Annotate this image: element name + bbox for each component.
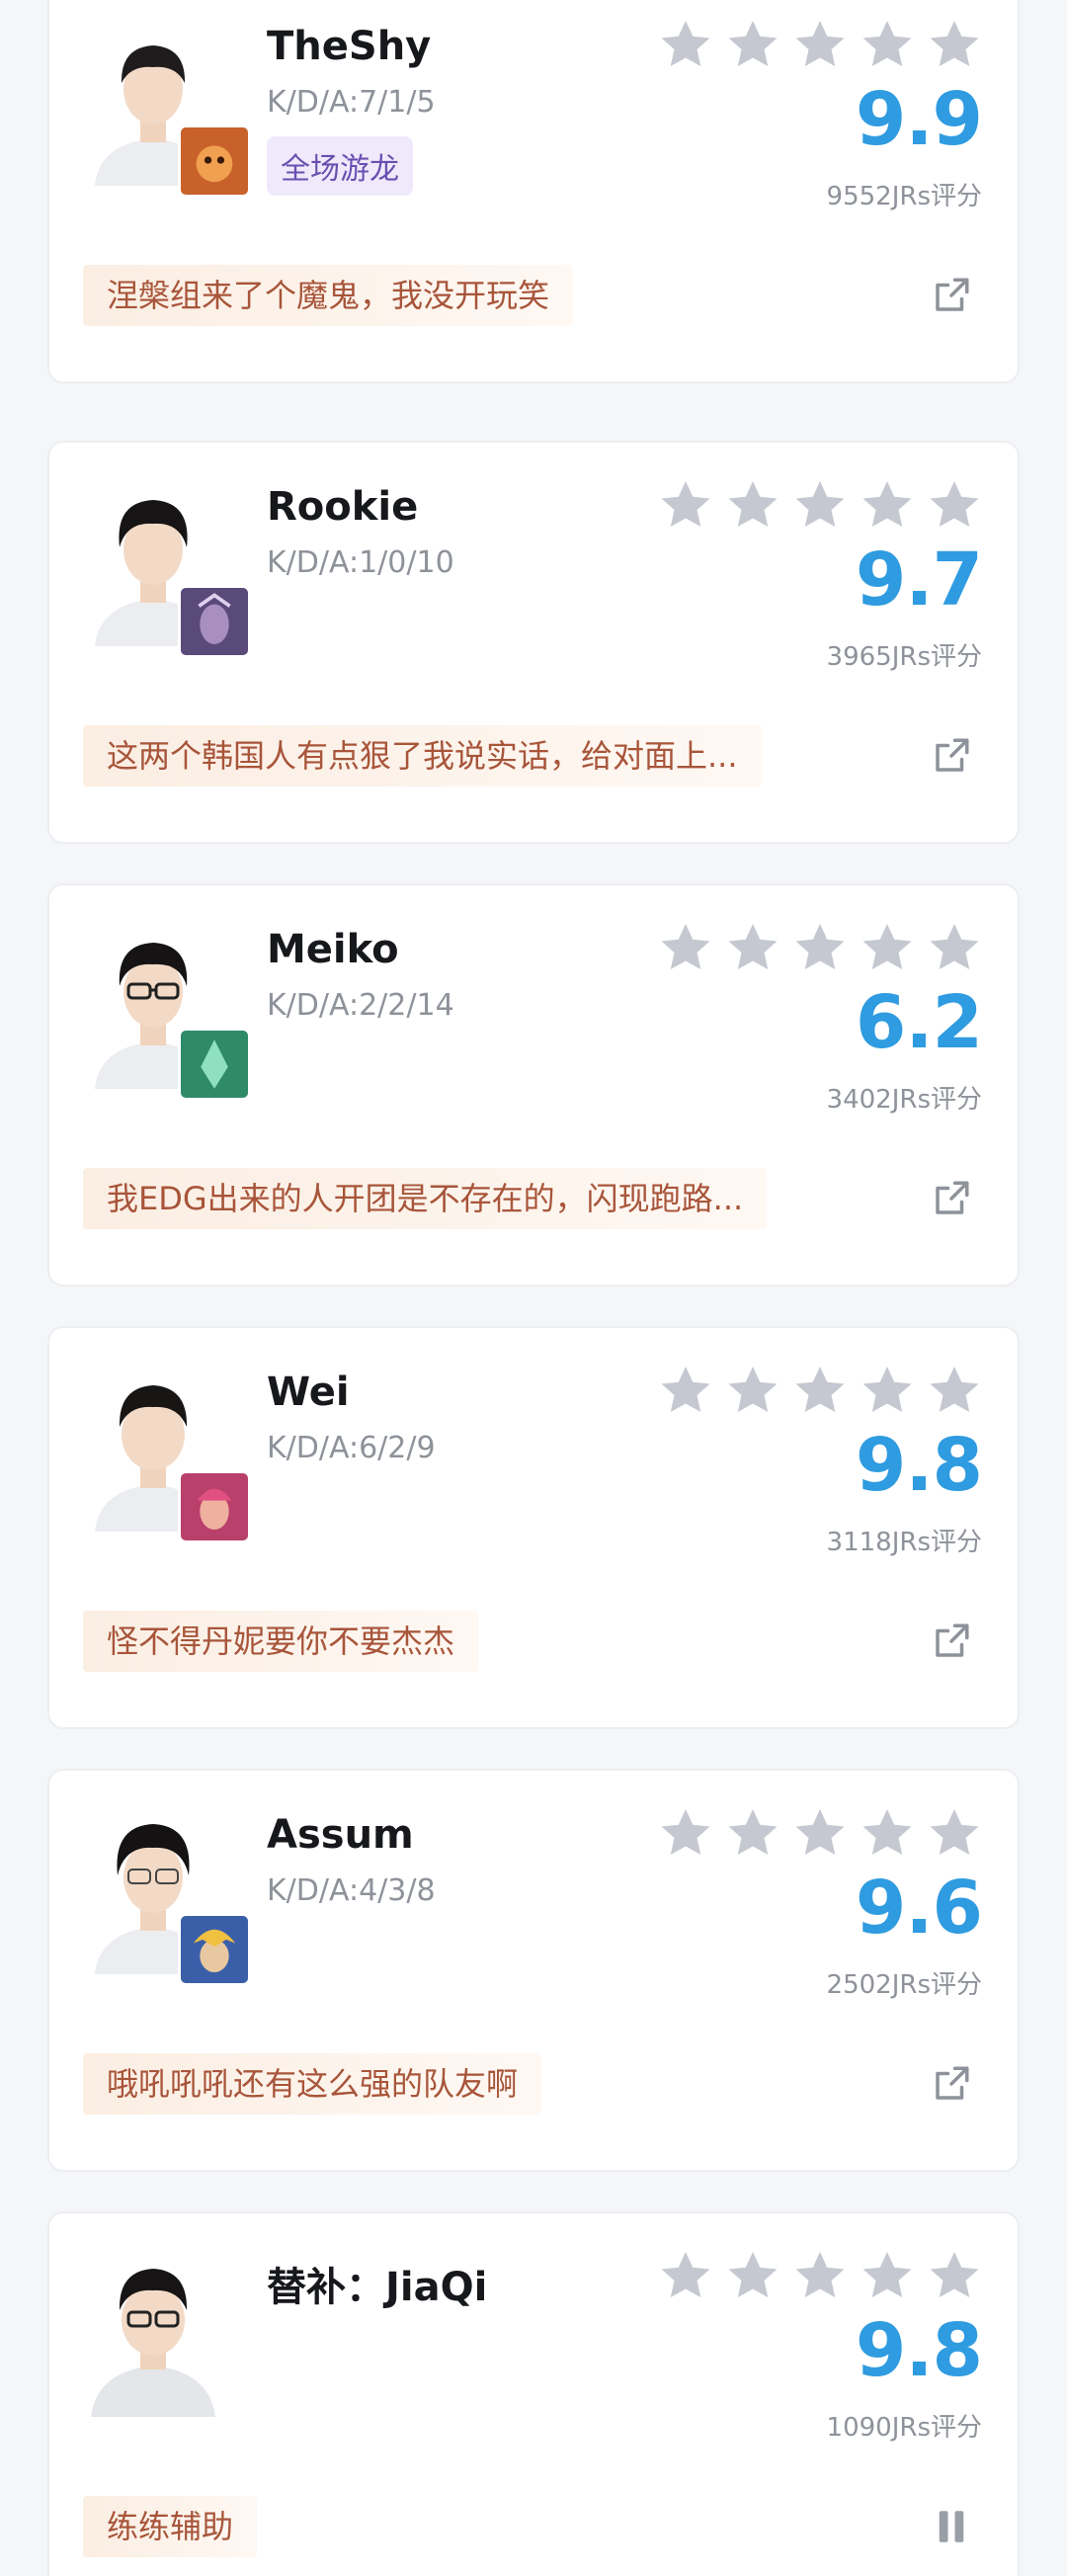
player-avatar [85, 478, 251, 658]
player-card[interactable]: Rookie K/D/A:1/0/10 9.7 3965JRs评分 这两个韩国人… [47, 441, 1020, 844]
star-icon[interactable] [656, 2247, 715, 2306]
star-rating[interactable] [656, 1804, 992, 1864]
star-icon[interactable] [723, 919, 782, 978]
player-avatar [85, 18, 251, 198]
top-comment[interactable]: 怪不得丹妮要你不要杰杰 [83, 1611, 479, 1672]
hero-icon [178, 1028, 251, 1101]
rating-count: 3402JRs评分 [826, 1085, 982, 1115]
star-icon[interactable] [790, 476, 850, 536]
star-icon[interactable] [925, 2247, 984, 2306]
hero-icon [178, 1470, 251, 1543]
player-name: Assum [267, 1812, 414, 1858]
star-icon[interactable] [790, 1362, 850, 1421]
star-rating[interactable] [656, 16, 992, 75]
player-name: TheShy [267, 24, 432, 69]
player-name: 替补：JiaQi [267, 2265, 488, 2310]
share-icon[interactable] [931, 2063, 972, 2105]
player-card[interactable]: 替补：JiaQi 9.8 1090JRs评分 练练辅助 [47, 2211, 1020, 2576]
player-card[interactable]: Wei K/D/A:6/2/9 9.8 3118JRs评分 怪不得丹妮要你不要杰… [47, 1326, 1020, 1729]
hero-icon [178, 585, 251, 658]
star-icon[interactable] [723, 1804, 782, 1864]
star-icon[interactable] [925, 919, 984, 978]
hero-icon [178, 1913, 251, 1986]
star-icon[interactable] [858, 16, 917, 75]
star-icon[interactable] [723, 16, 782, 75]
honor-tag: 全场游龙 [267, 136, 413, 196]
star-icon[interactable] [925, 1362, 984, 1421]
rating-count: 1090JRs评分 [826, 2413, 982, 2443]
star-rating[interactable] [656, 919, 992, 978]
rating-score: 9.7 [855, 538, 983, 623]
star-icon[interactable] [723, 1362, 782, 1421]
rating-count: 2502JRs评分 [826, 1970, 982, 2000]
star-icon[interactable] [656, 1804, 715, 1864]
top-comment[interactable]: 我EDG出来的人开团是不存在的，闪现跑路... [83, 1168, 768, 1229]
star-icon[interactable] [858, 2247, 917, 2306]
rating-score: 9.8 [855, 2308, 983, 2393]
rating-count: 9552JRs评分 [826, 182, 982, 211]
share-icon[interactable] [931, 1620, 972, 1662]
rating-score: 9.6 [855, 1866, 983, 1951]
hero-icon [178, 125, 251, 198]
rating-count: 3118JRs评分 [826, 1528, 982, 1557]
star-icon[interactable] [858, 1804, 917, 1864]
star-icon[interactable] [790, 2247, 850, 2306]
star-icon[interactable] [858, 476, 917, 536]
rating-count: 3965JRs评分 [826, 642, 982, 672]
rating-score: 9.8 [855, 1423, 983, 1508]
top-comment[interactable]: 涅槃组来了个魔鬼，我没开玩笑 [83, 265, 574, 326]
player-avatar [85, 2249, 221, 2417]
player-name: Rookie [267, 484, 419, 530]
player-avatar [85, 1364, 251, 1543]
star-icon[interactable] [790, 1804, 850, 1864]
player-name: Wei [267, 1370, 350, 1415]
star-icon[interactable] [656, 16, 715, 75]
star-icon[interactable] [858, 1362, 917, 1421]
pause-icon[interactable] [931, 2506, 972, 2547]
star-icon[interactable] [925, 1804, 984, 1864]
star-icon[interactable] [925, 476, 984, 536]
top-comment[interactable]: 哦吼吼吼还有这么强的队友啊 [83, 2053, 542, 2115]
star-icon[interactable] [723, 476, 782, 536]
player-portrait [85, 2249, 221, 2417]
star-rating[interactable] [656, 2247, 992, 2306]
star-icon[interactable] [656, 476, 715, 536]
star-icon[interactable] [723, 2247, 782, 2306]
kda-stat: K/D/A:4/3/8 [267, 1873, 436, 1908]
player-avatar [85, 1806, 251, 1986]
player-card[interactable]: Assum K/D/A:4/3/8 9.6 2502JRs评分 哦吼吼吼还有这么… [47, 1769, 1020, 2172]
top-comment[interactable]: 练练辅助 [83, 2496, 258, 2557]
star-icon[interactable] [858, 919, 917, 978]
player-name: Meiko [267, 927, 399, 972]
star-rating[interactable] [656, 1362, 992, 1421]
kda-stat: K/D/A:1/0/10 [267, 545, 454, 580]
player-rating-feed: TheShy K/D/A:7/1/5 全场游龙 9.9 9552JRs评分 涅槃… [0, 0, 1067, 2576]
player-card[interactable]: Meiko K/D/A:2/2/14 6.2 3402JRs评分 我EDG出来的… [47, 883, 1020, 1287]
star-icon[interactable] [656, 1362, 715, 1421]
kda-stat: K/D/A:2/2/14 [267, 988, 454, 1023]
rating-score: 9.9 [855, 77, 983, 162]
star-icon[interactable] [656, 919, 715, 978]
player-avatar [85, 921, 251, 1101]
share-icon[interactable] [931, 1178, 972, 1219]
share-icon[interactable] [931, 735, 972, 777]
star-icon[interactable] [790, 919, 850, 978]
star-rating[interactable] [656, 476, 992, 536]
star-icon[interactable] [925, 16, 984, 75]
star-icon[interactable] [790, 16, 850, 75]
kda-stat: K/D/A:7/1/5 [267, 85, 436, 120]
top-comment[interactable]: 这两个韩国人有点狠了我说实话，给对面上... [83, 725, 762, 787]
rating-score: 6.2 [855, 980, 983, 1065]
share-icon[interactable] [931, 275, 972, 316]
player-card[interactable]: TheShy K/D/A:7/1/5 全场游龙 9.9 9552JRs评分 涅槃… [47, 0, 1020, 383]
kda-stat: K/D/A:6/2/9 [267, 1431, 436, 1465]
